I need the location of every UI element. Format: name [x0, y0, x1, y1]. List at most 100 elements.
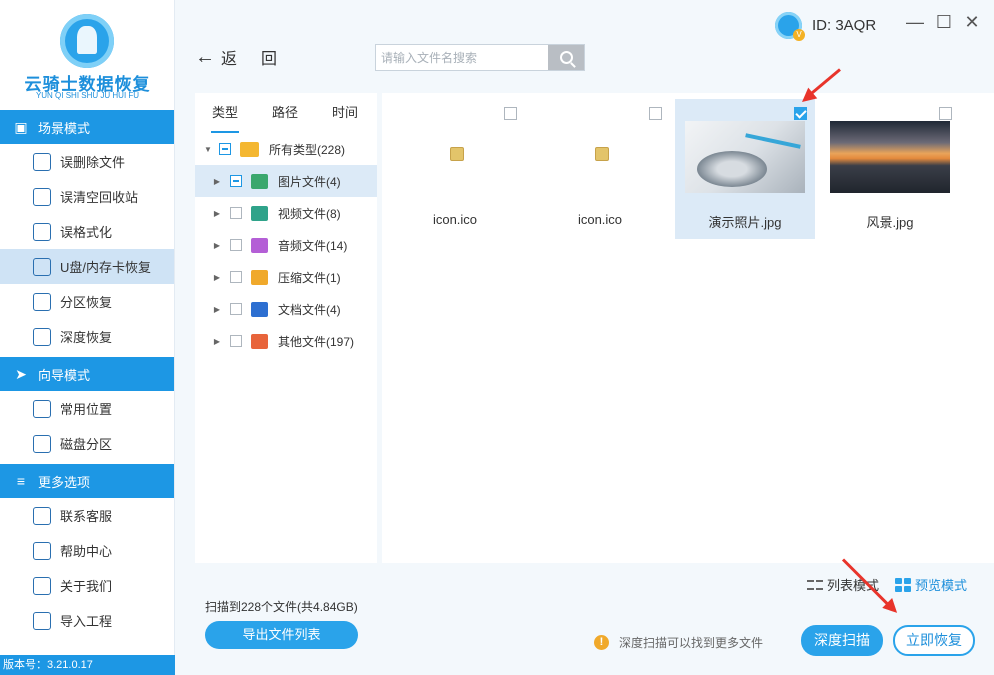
sidebar-section-header: ➤ 向导模式 — [0, 357, 174, 391]
back-label-2: 回 — [261, 51, 278, 68]
file-checkbox[interactable] — [939, 107, 952, 120]
search-input[interactable] — [376, 45, 548, 70]
file-name: icon.ico — [432, 212, 478, 227]
expand-icon[interactable]: ▶ — [212, 337, 222, 346]
deep-scan-button[interactable]: 深度扫描 — [801, 625, 883, 656]
tree-item[interactable]: ▶ 其他文件(197) — [195, 325, 377, 357]
tree-item-checkbox[interactable] — [230, 175, 242, 187]
folder-icon — [240, 141, 259, 157]
tree-item-checkbox[interactable] — [230, 303, 242, 315]
ico-file-icon — [595, 147, 609, 161]
sidebar: 云骑士数据恢复 YUN QI SHI SHU JU HUI FU ▣ 场景模式 误删… — [0, 0, 175, 675]
sidebar-item-label: 导入工程 — [60, 614, 113, 629]
disk-icon — [33, 434, 51, 453]
photo-thumbnail — [685, 121, 805, 193]
sidebar-item-label: 误删除文件 — [60, 155, 126, 170]
expand-icon[interactable]: ▶ — [212, 305, 222, 314]
file-checkbox[interactable] — [649, 107, 662, 120]
minimize-button[interactable]: — — [904, 12, 926, 33]
expand-icon[interactable]: ▶ — [212, 209, 222, 218]
sidebar-item-label: 分区恢复 — [60, 295, 113, 310]
expand-icon[interactable]: ▶ — [212, 241, 222, 250]
sidebar-item[interactable]: 磁盘分区 — [0, 426, 174, 461]
version-label: 版本号：3.21.0.17 — [0, 655, 175, 675]
arrow-left-icon: ← — [195, 45, 215, 68]
file-checkbox[interactable] — [504, 107, 517, 120]
tree-item-label: 图片文件(4) — [278, 174, 341, 189]
sidebar-item[interactable]: 联系客服 — [0, 498, 174, 533]
search-icon — [559, 51, 573, 64]
tab-filter[interactable]: 路径 — [255, 93, 315, 133]
user-account[interactable]: ID: 3AQR — [775, 12, 876, 41]
sidebar-item[interactable]: U盘/内存卡恢复 — [0, 249, 174, 284]
menu-icon: ≡ — [16, 473, 26, 489]
file-checkbox[interactable] — [794, 107, 807, 120]
sidebar-item[interactable]: 误删除文件 — [0, 144, 174, 179]
file-type-icon — [251, 173, 268, 189]
warning-icon: ! — [594, 635, 609, 650]
sidebar-item[interactable]: 常用位置 — [0, 391, 174, 426]
sidebar-item-label: 常用位置 — [60, 402, 113, 417]
export-list-button[interactable]: 导出文件列表 — [205, 621, 358, 649]
sidebar-item[interactable]: 导入工程 — [0, 603, 174, 638]
ico-file-icon — [450, 147, 464, 161]
sidebar-item[interactable]: 帮助中心 — [0, 533, 174, 568]
sidebar-item-label: 深度恢复 — [60, 330, 113, 345]
maximize-button[interactable]: ☐ — [933, 12, 955, 33]
tree-item-checkbox[interactable] — [230, 207, 242, 219]
sidebar-item[interactable]: 误清空回收站 — [0, 179, 174, 214]
sidebar-item[interactable]: 分区恢复 — [0, 284, 174, 319]
sidebar-sections: ▣ 场景模式 误删除文件 误清空回收站 误格式化 U盘/内存卡恢复 分区恢复 深度恢复 ➤ 向导模… — [0, 110, 174, 641]
file-type-icon — [251, 237, 268, 253]
phone-icon — [33, 506, 51, 525]
sidebar-item-label: 联系客服 — [60, 509, 113, 524]
file-card[interactable]: 风景.jpg — [820, 99, 960, 239]
tree-item[interactable]: ▶ 视频文件(8) — [195, 197, 377, 229]
sidebar-section-header: ≡ 更多选项 — [0, 464, 174, 498]
tree-root[interactable]: ▼ 所有类型(228) — [195, 133, 377, 165]
file-card[interactable]: 演示照片.jpg — [675, 99, 815, 239]
expand-icon[interactable]: ▶ — [212, 273, 222, 282]
preview-mode-label: 预览模式 — [915, 578, 968, 593]
tree-item-checkbox[interactable] — [230, 335, 242, 347]
sidebar-item-label: U盘/内存卡恢复 — [60, 260, 152, 275]
sidebar-item[interactable]: 误格式化 — [0, 214, 174, 249]
file-card[interactable]: icon.ico — [530, 99, 670, 239]
tree-root-label: 所有类型(228) — [269, 142, 346, 157]
file-type-icon — [251, 301, 268, 317]
tree-item-checkbox[interactable] — [230, 271, 242, 283]
sidebar-item[interactable]: 关于我们 — [0, 568, 174, 603]
collapse-icon[interactable]: ▼ — [203, 145, 213, 154]
close-button[interactable]: ✕ — [961, 12, 983, 33]
partition-icon — [33, 292, 51, 311]
tree-item[interactable]: ▶ 音频文件(14) — [195, 229, 377, 261]
sidebar-item-label: 磁盘分区 — [60, 437, 113, 452]
info-icon — [33, 576, 51, 595]
logo-subtitle: YUN QI SHI SHU JU HUI FU — [35, 91, 140, 100]
hint-text: 深度扫描可以找到更多文件 — [619, 636, 764, 650]
tree-item-label: 视频文件(8) — [278, 206, 341, 221]
search-button[interactable] — [548, 45, 584, 70]
sidebar-item[interactable]: 深度恢复 — [0, 319, 174, 354]
file-type-icon — [251, 333, 268, 349]
tree-item-label: 其他文件(197) — [278, 334, 355, 349]
tree-item[interactable]: ▶ 压缩文件(1) — [195, 261, 377, 293]
tree-item[interactable]: ▶ 图片文件(4) — [195, 165, 377, 197]
file-type-icon — [251, 205, 268, 221]
sidebar-section-title: 更多选项 — [38, 474, 91, 490]
tree-item-checkbox[interactable] — [230, 239, 242, 251]
file-card[interactable]: icon.ico — [385, 99, 525, 239]
file-type-icon — [251, 269, 268, 285]
expand-icon[interactable]: ▶ — [212, 177, 222, 186]
preview-mode-toggle[interactable]: 预览模式 — [895, 575, 967, 594]
filter-tabs: 类型 路径 时间 — [195, 93, 377, 133]
recycle-bin-icon — [33, 187, 51, 206]
tree-item[interactable]: ▶ 文档文件(4) — [195, 293, 377, 325]
tab-filter[interactable]: 类型 — [195, 93, 255, 133]
tab-filter[interactable]: 时间 — [315, 93, 375, 133]
recover-now-button[interactable]: 立即恢复 — [893, 625, 975, 656]
tree-item-label: 文档文件(4) — [278, 302, 341, 317]
tree-root-checkbox[interactable] — [219, 143, 231, 155]
back-button[interactable]: ← 返 回 — [195, 45, 277, 69]
